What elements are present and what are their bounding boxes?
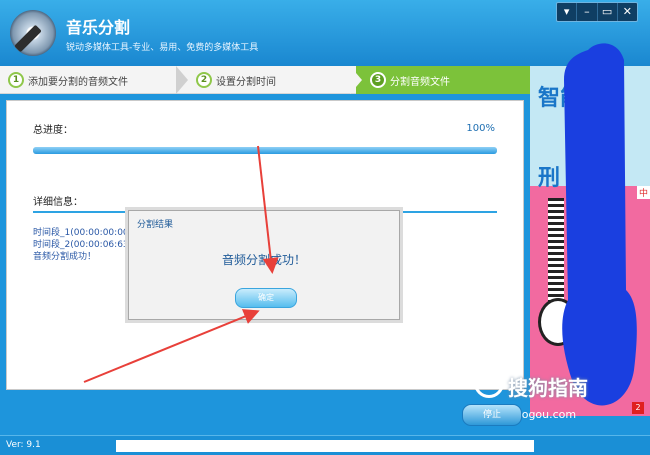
status-field	[116, 440, 534, 452]
annotation-arrows	[83, 145, 279, 383]
version-label: Ver: 9.1	[6, 440, 41, 450]
annotation-arrow	[83, 309, 260, 383]
app-window: 音乐分割 锐动多媒体工具-专业、易用、免费的多媒体工具 ▾ – ▭ ✕ 1 添加…	[0, 0, 650, 455]
status-bar: Ver: 9.1	[0, 435, 650, 455]
annotation-arrow	[257, 145, 279, 274]
step-separator	[350, 66, 362, 94]
